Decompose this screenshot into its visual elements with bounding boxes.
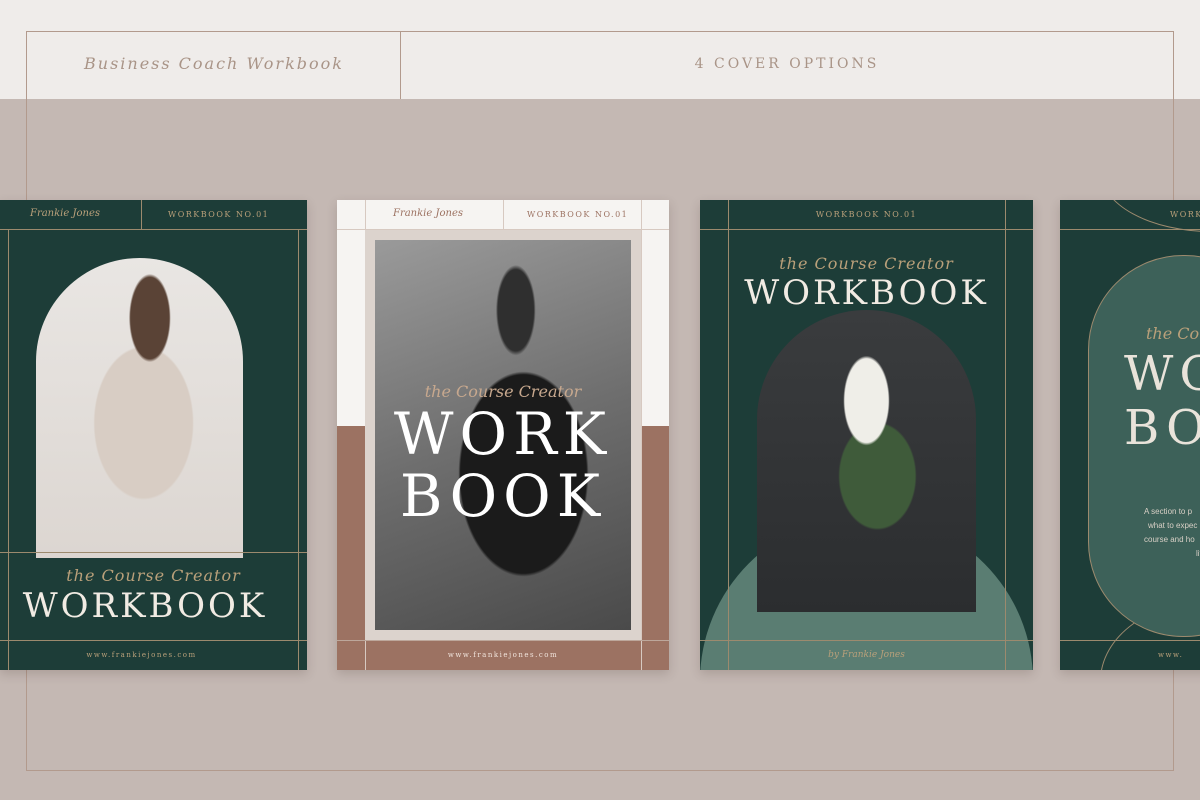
cover1-issue: WORKBOOK NO.01: [168, 210, 270, 219]
cover-option-1[interactable]: Frankie Jones WORKBOOK NO.01 the Course …: [0, 200, 307, 670]
header-band: [0, 0, 1200, 99]
cover1-author: Frankie Jones: [30, 208, 100, 219]
cover2-title-line2: BOOK: [399, 462, 607, 530]
cover-option-4[interactable]: WORKBOOK NO.01 the Co WO BO A section to…: [1060, 200, 1200, 670]
cover1-top-rule: [0, 229, 307, 230]
header-options: 4 COVER OPTIONS: [694, 56, 880, 72]
cover3-top-rule: [700, 229, 1033, 230]
header-title: Business Coach Workbook: [84, 54, 344, 73]
cover2-bottom-rule: [337, 640, 669, 641]
frame-bottom-line: [26, 770, 1174, 771]
cover-option-3[interactable]: WORKBOOK NO.01 the Course Creator WORKBO…: [700, 200, 1033, 670]
frame-top-line: [26, 31, 1174, 32]
cover4-website: www.: [1158, 651, 1184, 659]
cover1-photo-baseline: [0, 552, 307, 553]
cover-option-2[interactable]: Frankie Jones WORKBOOK NO.01 the Course …: [337, 200, 669, 670]
cover3-title: WORKBOOK: [744, 273, 989, 313]
cover3-photo: [757, 310, 976, 612]
cover3-bottom-rule: [700, 640, 1033, 641]
cover2-website: www.frankiejones.com: [447, 651, 559, 659]
cover1-header-divider: [141, 200, 142, 230]
cover4-body-line: course and ho: [1144, 535, 1195, 544]
cover4-body-line: A section to p: [1144, 507, 1193, 516]
cover2-author: Frankie Jones: [393, 208, 463, 219]
cover2-title-line1: WORK: [393, 400, 613, 468]
cover3-subtitle: the Course Creator: [779, 254, 954, 273]
cover4-subtitle: the Co: [1146, 324, 1200, 343]
cover1-bottom-rule: [0, 640, 307, 641]
cover4-issue: WORKBOOK NO.01: [1170, 210, 1200, 219]
cover3-byline: by Frankie Jones: [828, 650, 905, 660]
cover4-body: A section to p what to expec course and …: [1144, 505, 1200, 561]
cover1-title: WORKBOOK: [22, 586, 268, 626]
cover2-header-divider: [503, 200, 504, 230]
cover1-inner-right-rule: [298, 230, 299, 670]
cover4-title-line2: BO: [1124, 400, 1200, 456]
cover4-body-line: life: [1196, 549, 1200, 558]
cover2-subtitle: the Course Creator: [424, 382, 582, 401]
cover1-photo: [36, 258, 243, 558]
cover3-issue: WORKBOOK NO.01: [815, 210, 918, 219]
cover4-body-line: what to expec: [1148, 521, 1198, 530]
cover1-website: www.frankiejones.com: [86, 651, 197, 659]
cover4-title-line1: WO: [1124, 346, 1200, 402]
cover2-issue: WORKBOOK NO.01: [527, 210, 629, 219]
cover1-subtitle: the Course Creator: [66, 566, 241, 585]
